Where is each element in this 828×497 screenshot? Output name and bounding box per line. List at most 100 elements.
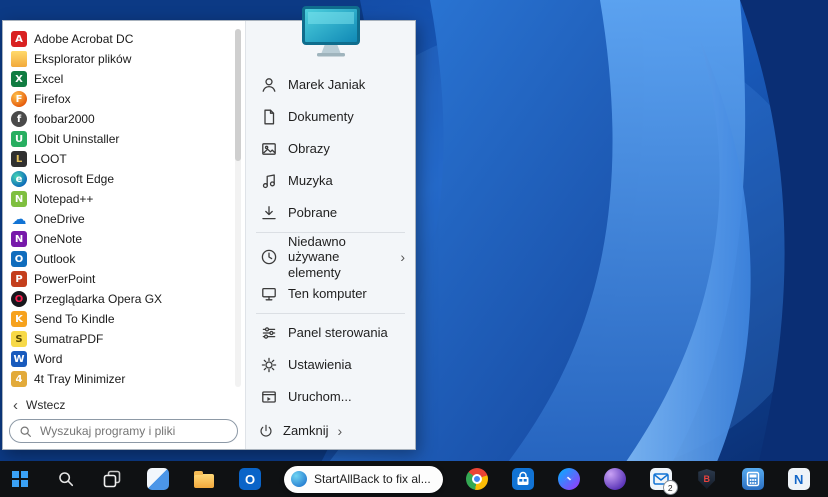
menu-item-label: Dokumenty (288, 109, 354, 125)
loot-icon: L (11, 151, 27, 167)
widgets-button[interactable] (146, 467, 170, 491)
startallback-toast[interactable]: StartAllBack to fix al... (284, 466, 443, 493)
program-list: A Adobe Acrobat DC Eksplorator plików X … (5, 29, 233, 389)
calculator-icon (742, 468, 764, 490)
menu-item-pictures[interactable]: Obrazy (246, 133, 415, 165)
program-item-foobar2000[interactable]: f foobar2000 (5, 109, 233, 129)
copilot-button[interactable] (603, 467, 627, 491)
user-menu-item[interactable]: Marek Janiak (246, 69, 415, 101)
program-item-send-to-kindle[interactable]: K Send To Kindle (5, 309, 233, 329)
program-label: IObit Uninstaller (34, 132, 119, 146)
mail-button[interactable]: 2 (649, 467, 673, 491)
search-button[interactable] (54, 467, 78, 491)
program-label: Word (34, 352, 62, 366)
calculator-button[interactable] (741, 467, 765, 491)
chrome-button[interactable] (465, 467, 489, 491)
bitdefender-button[interactable]: B (695, 467, 719, 491)
messenger-button[interactable] (557, 467, 581, 491)
program-item-onedrive[interactable]: ☁ OneDrive (5, 209, 233, 229)
program-item-loot[interactable]: L LOOT (5, 149, 233, 169)
program-item-notepad-plus-plus[interactable]: N Notepad++ (5, 189, 233, 209)
outlook-letter: O (245, 473, 255, 486)
menu-item-label: Ustawienia (288, 357, 352, 373)
iobit-icon: U (11, 131, 27, 147)
menu-divider (256, 313, 405, 314)
program-label: OneDrive (34, 212, 85, 226)
program-label: Microsoft Edge (34, 172, 114, 186)
program-item-firefox[interactable]: F Firefox (5, 89, 233, 109)
startallback-icon (291, 471, 307, 487)
folder-icon (194, 474, 214, 488)
program-label: Notepad++ (34, 192, 93, 206)
search-box[interactable] (9, 419, 238, 443)
menu-item-recent-items[interactable]: Niedawno używane elementy › (246, 236, 415, 278)
taskbar: O StartAllBack to fix al... (0, 461, 828, 497)
start-button[interactable] (8, 467, 32, 491)
gear-icon (260, 356, 278, 374)
downloads-icon (260, 204, 278, 222)
power-icon (258, 423, 274, 439)
menu-item-downloads[interactable]: Pobrane (246, 197, 415, 229)
program-item-powerpoint[interactable]: P PowerPoint (5, 269, 233, 289)
scrollbar-thumb[interactable] (235, 29, 241, 161)
menu-item-label: Niedawno używane elementy (288, 234, 390, 281)
back-button-label: Wstecz (26, 398, 65, 412)
program-item-iobit-uninstaller[interactable]: U IObit Uninstaller (5, 129, 233, 149)
run-icon (260, 388, 278, 406)
search-input[interactable] (38, 423, 228, 439)
program-item-opera-gx[interactable]: O Przeglądarka Opera GX (5, 289, 233, 309)
program-item-tray-minimizer[interactable]: 4 4t Tray Minimizer (5, 369, 233, 389)
windows-logo-icon (12, 471, 28, 487)
foobar2000-icon: f (11, 111, 27, 127)
program-label: Adobe Acrobat DC (34, 32, 133, 46)
kindle-icon: K (11, 311, 27, 327)
program-item-onenote[interactable]: N OneNote (5, 229, 233, 249)
bitdefender-letter: B (703, 475, 710, 484)
program-item-word[interactable]: W Word (5, 349, 233, 369)
computer-icon (260, 285, 278, 303)
bitdefender-icon: B (698, 469, 715, 489)
notes-button[interactable]: N (787, 467, 811, 491)
menu-item-label: Panel sterowania (288, 325, 388, 341)
chevron-right-icon: › (338, 423, 343, 439)
menu-item-label: Pobrane (288, 205, 337, 221)
program-item-outlook[interactable]: O Outlook (5, 249, 233, 269)
program-label: Firefox (34, 92, 71, 106)
menu-item-label: Muzyka (288, 173, 333, 189)
menu-item-settings[interactable]: Ustawienia (246, 349, 415, 381)
shutdown-button[interactable]: Zamknij › (258, 419, 409, 443)
program-item-excel[interactable]: X Excel (5, 69, 233, 89)
menu-item-label: Obrazy (288, 141, 330, 157)
program-list-scrollbar[interactable] (235, 29, 241, 387)
program-label: LOOT (34, 152, 67, 166)
program-item-file-explorer[interactable]: Eksplorator plików (5, 49, 233, 69)
outlook-button[interactable]: O (238, 467, 262, 491)
outlook-icon: O (11, 251, 27, 267)
edge-icon: e (11, 171, 27, 187)
program-item-edge[interactable]: e Microsoft Edge (5, 169, 233, 189)
music-icon (260, 172, 278, 190)
store-button[interactable] (511, 467, 535, 491)
user-icon (260, 76, 278, 94)
notepad-plus-plus-icon: N (11, 191, 27, 207)
opera-gx-icon: O (11, 291, 27, 307)
menu-item-control-panel[interactable]: Panel sterowania (246, 317, 415, 349)
menu-item-this-pc[interactable]: Ten komputer (246, 278, 415, 310)
n-app-icon: N (788, 468, 810, 490)
program-item-adobe-acrobat[interactable]: A Adobe Acrobat DC (5, 29, 233, 49)
file-explorer-button[interactable] (192, 467, 216, 491)
menu-item-documents[interactable]: Dokumenty (246, 101, 415, 133)
menu-item-run[interactable]: Uruchom... (246, 381, 415, 413)
program-label: Send To Kindle (34, 312, 115, 326)
program-label: Outlook (34, 252, 75, 266)
excel-icon: X (11, 71, 27, 87)
chrome-icon (466, 468, 488, 490)
program-label: Przeglądarka Opera GX (34, 292, 162, 306)
task-view-button[interactable] (100, 467, 124, 491)
program-item-sumatrapdf[interactable]: S SumatraPDF (5, 329, 233, 349)
computer-monitor-icon (302, 6, 360, 58)
onenote-icon: N (11, 231, 27, 247)
desktop[interactable]: A Adobe Acrobat DC Eksplorator plików X … (0, 0, 828, 497)
back-button[interactable]: ‹ Wstecz (3, 395, 245, 415)
menu-item-music[interactable]: Muzyka (246, 165, 415, 197)
